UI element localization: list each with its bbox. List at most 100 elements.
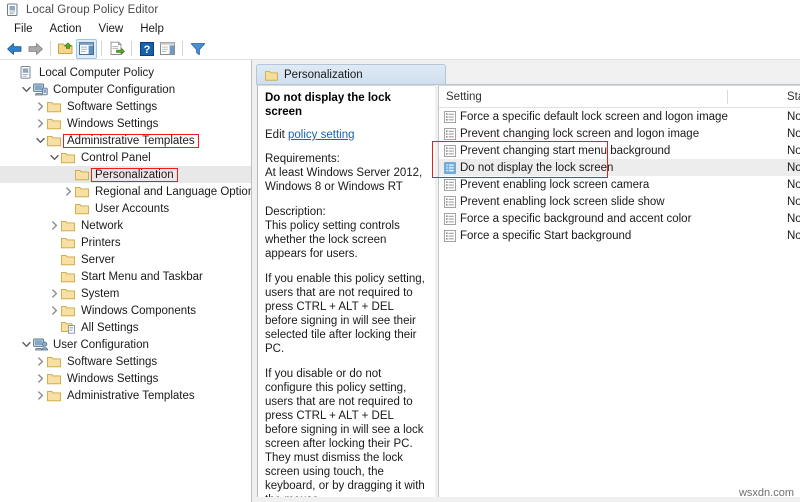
- settings-row[interactable]: Force a specific default lock screen and…: [439, 108, 800, 125]
- policy-icon: [19, 65, 36, 81]
- tree-node-label: Windows Settings: [67, 372, 159, 385]
- chevron-right-icon[interactable]: [33, 388, 47, 404]
- show-hide-console-tree-button[interactable]: [76, 38, 97, 59]
- settings-row-state: Not configured: [787, 195, 800, 208]
- tree-node-administrative-templates[interactable]: Administrative Templates: [0, 387, 251, 404]
- settings-row[interactable]: Do not display the lock screen Not config…: [439, 159, 800, 176]
- tree-node-regional-and-language-options[interactable]: Regional and Language Options: [0, 183, 251, 200]
- folder-icon: [61, 218, 78, 234]
- tree-node-local-computer-policy[interactable]: Local Computer Policy: [0, 64, 251, 81]
- tree-node-all-settings[interactable]: All Settings: [0, 319, 251, 336]
- export-list-button[interactable]: [106, 39, 127, 59]
- tab-personalization[interactable]: Personalization: [256, 64, 446, 85]
- toolbar-separator-3: [131, 41, 132, 56]
- window-title: Local Group Policy Editor: [26, 4, 159, 16]
- settings-row-state: Not configured: [787, 212, 800, 225]
- chevron-right-icon[interactable]: [33, 116, 47, 132]
- help-button[interactable]: ?: [136, 39, 157, 59]
- tree-node-windows-settings[interactable]: Windows Settings: [0, 370, 251, 387]
- tree-node-label: User Accounts: [95, 202, 170, 215]
- show-hide-action-pane-button[interactable]: [157, 39, 178, 59]
- menu-file[interactable]: File: [6, 22, 42, 36]
- tree-node-user-configuration[interactable]: User Configuration: [0, 336, 251, 353]
- tree-node-start-menu-and-taskbar[interactable]: Start Menu and Taskbar: [0, 268, 251, 285]
- settings-row-state: Not configured: [787, 127, 800, 140]
- tree-node-software-settings[interactable]: Software Settings: [0, 353, 251, 370]
- folder-icon: [61, 269, 78, 285]
- column-divider[interactable]: [727, 90, 728, 104]
- settings-row-state: Not configured: [787, 161, 800, 174]
- settings-row-name: Do not display the lock screen: [460, 161, 614, 174]
- folder-icon: [61, 303, 78, 319]
- tree-node-system[interactable]: System: [0, 285, 251, 302]
- edit-policy-setting-link[interactable]: policy setting: [288, 129, 354, 141]
- tree-node-control-panel[interactable]: Control Panel: [0, 149, 251, 166]
- menu-help[interactable]: Help: [132, 22, 173, 36]
- chevron-right-icon[interactable]: [33, 99, 47, 115]
- tree-node-windows-components[interactable]: Windows Components: [0, 302, 251, 319]
- chevron-right-icon[interactable]: [47, 303, 61, 319]
- computer-icon: [33, 82, 50, 98]
- tree-node-software-settings[interactable]: Software Settings: [0, 98, 251, 115]
- tree-node-server[interactable]: Server: [0, 251, 251, 268]
- settings-row[interactable]: Force a specific Start background Not con…: [439, 227, 800, 244]
- folder-icon: [47, 371, 64, 387]
- filter-button[interactable]: [187, 39, 208, 59]
- tree-node-user-accounts[interactable]: User Accounts: [0, 200, 251, 217]
- settings-row[interactable]: Prevent changing start menu background No…: [439, 142, 800, 159]
- tree-node-label: User Configuration: [53, 338, 149, 351]
- menu-action[interactable]: Action: [42, 22, 91, 36]
- settings-row[interactable]: Force a specific background and accent c…: [439, 210, 800, 227]
- tree-node-label: Software Settings: [67, 355, 158, 368]
- chevron-right-icon[interactable]: [47, 286, 61, 302]
- result-pane: Personalization Do not display the lock …: [252, 60, 800, 502]
- settings-row-name: Prevent enabling lock screen camera: [460, 178, 650, 191]
- policy-title: Do not display the lock screen: [265, 92, 391, 118]
- settings-row[interactable]: Prevent changing lock screen and logon i…: [439, 125, 800, 142]
- chevron-down-icon[interactable]: [33, 133, 47, 149]
- folder-icon: [47, 99, 64, 115]
- chevron-down-icon[interactable]: [19, 82, 33, 98]
- tree-node-label: Personalization: [91, 167, 178, 182]
- tree-node-administrative-templates[interactable]: Administrative Templates: [0, 132, 251, 149]
- tree-node-computer-configuration[interactable]: Computer Configuration: [0, 81, 251, 98]
- description-paragraph-1: This policy setting controls whether the…: [265, 220, 400, 260]
- settings-row[interactable]: Prevent enabling lock screen camera Not c…: [439, 176, 800, 193]
- chevron-right-icon[interactable]: [61, 184, 75, 200]
- chevron-right-icon[interactable]: [33, 371, 47, 387]
- settings-row[interactable]: Prevent enabling lock screen slide show N…: [439, 193, 800, 210]
- toolbar: ?: [0, 38, 800, 60]
- local-group-policy-editor-window: Local Group Policy Editor File Action Vi…: [0, 0, 800, 502]
- back-button[interactable]: [4, 39, 25, 59]
- up-one-level-button[interactable]: [55, 39, 76, 59]
- chevron-down-icon[interactable]: [19, 337, 33, 353]
- tree-node-label: Administrative Templates: [63, 133, 199, 148]
- tree-node-network[interactable]: Network: [0, 217, 251, 234]
- tree-node-windows-settings[interactable]: Windows Settings: [0, 115, 251, 132]
- console-tree-pane[interactable]: Local Computer Policy Computer Configurat…: [0, 60, 252, 502]
- column-header-setting[interactable]: Setting: [439, 91, 482, 103]
- tree-node-personalization[interactable]: Personalization: [0, 166, 251, 183]
- folder-icon: [47, 133, 64, 149]
- menu-view[interactable]: View: [91, 22, 133, 36]
- policy-setting-icon: [439, 144, 457, 157]
- forward-button[interactable]: [25, 39, 46, 59]
- watermark: wsxdn.com: [738, 487, 794, 499]
- chevron-right-icon[interactable]: [47, 218, 61, 234]
- column-header-state[interactable]: State: [787, 91, 800, 103]
- toolbar-separator-4: [182, 41, 183, 56]
- requirements-text: At least Windows Server 2012, Windows 8 …: [265, 167, 423, 193]
- user-icon: [33, 337, 50, 353]
- settings-row-state: Not configured: [787, 229, 800, 242]
- folder-icon: [61, 286, 78, 302]
- chevron-right-icon[interactable]: [33, 354, 47, 370]
- settings-list-pane[interactable]: Setting State Force a specific default l…: [438, 85, 800, 497]
- tree-node-printers[interactable]: Printers: [0, 234, 251, 251]
- chevron-down-icon[interactable]: [47, 150, 61, 166]
